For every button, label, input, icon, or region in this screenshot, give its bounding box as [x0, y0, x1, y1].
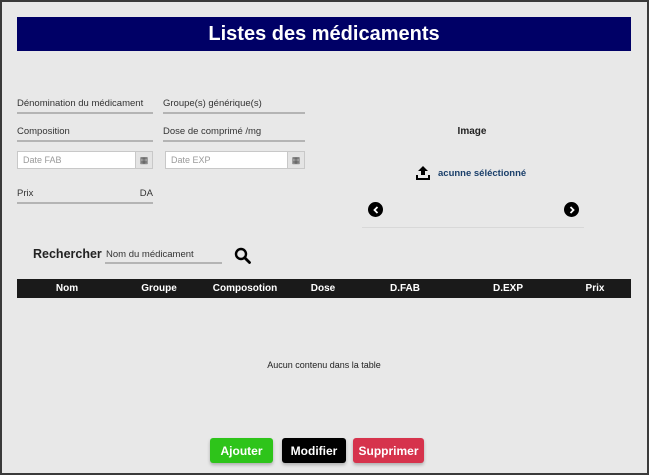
search-input[interactable]	[105, 246, 222, 264]
image-upload-button[interactable]: acunne séléctionné	[415, 164, 526, 182]
composition-label: Composition	[17, 126, 70, 137]
date-fab-placeholder: Date FAB	[23, 155, 62, 165]
table-header: Nom Groupe Composotion Dose D.FAB D.EXP …	[17, 279, 631, 298]
prix-label: Prix	[17, 188, 34, 199]
currency-suffix: DA	[139, 188, 153, 199]
column-header-date-fab[interactable]: D.FAB	[390, 283, 420, 294]
date-exp-input[interactable]: Date EXP ▦	[165, 151, 305, 169]
date-exp-placeholder: Date EXP	[171, 155, 211, 165]
app-window: Listes des médicaments Dénomination du m…	[2, 2, 647, 473]
add-button[interactable]: Ajouter	[210, 438, 273, 463]
column-header-dose[interactable]: Dose	[311, 283, 335, 294]
page-title: Listes des médicaments	[17, 17, 631, 51]
upload-status: acunne séléctionné	[438, 167, 527, 179]
image-label: Image	[457, 126, 487, 137]
divider	[362, 227, 584, 228]
chevron-left-icon	[372, 205, 378, 214]
column-header-date-exp[interactable]: D.EXP	[493, 283, 523, 294]
prix-field[interactable]: Prix DA	[17, 188, 153, 204]
column-header-groupe[interactable]: Groupe	[141, 283, 177, 294]
search-icon[interactable]	[234, 247, 251, 264]
dose-field[interactable]: Dose de comprimé /mg	[163, 126, 305, 142]
table-empty-message: Aucun contenu dans la table	[267, 360, 381, 370]
upload-icon	[416, 166, 430, 180]
next-image-button[interactable]	[564, 202, 579, 217]
date-fab-input[interactable]: Date FAB ▦	[17, 151, 153, 169]
denomination-label: Dénomination du médicament	[17, 98, 144, 109]
edit-button[interactable]: Modifier	[282, 438, 346, 463]
column-header-prix[interactable]: Prix	[586, 283, 605, 294]
column-header-composition[interactable]: Composotion	[213, 283, 277, 294]
previous-image-button[interactable]	[368, 202, 383, 217]
delete-button[interactable]: Supprimer	[353, 438, 424, 463]
groupe-generique-field[interactable]: Groupe(s) générique(s)	[163, 98, 305, 114]
groupe-label: Groupe(s) générique(s)	[163, 98, 262, 109]
chevron-right-icon	[569, 205, 575, 214]
calendar-icon[interactable]: ▦	[287, 152, 304, 168]
denomination-field[interactable]: Dénomination du médicament	[17, 98, 153, 114]
column-header-nom[interactable]: Nom	[56, 283, 78, 294]
search-label: Rechercher	[33, 247, 102, 261]
dose-label: Dose de comprimé /mg	[163, 126, 262, 137]
composition-field[interactable]: Composition	[17, 126, 153, 142]
calendar-icon[interactable]: ▦	[135, 152, 152, 168]
